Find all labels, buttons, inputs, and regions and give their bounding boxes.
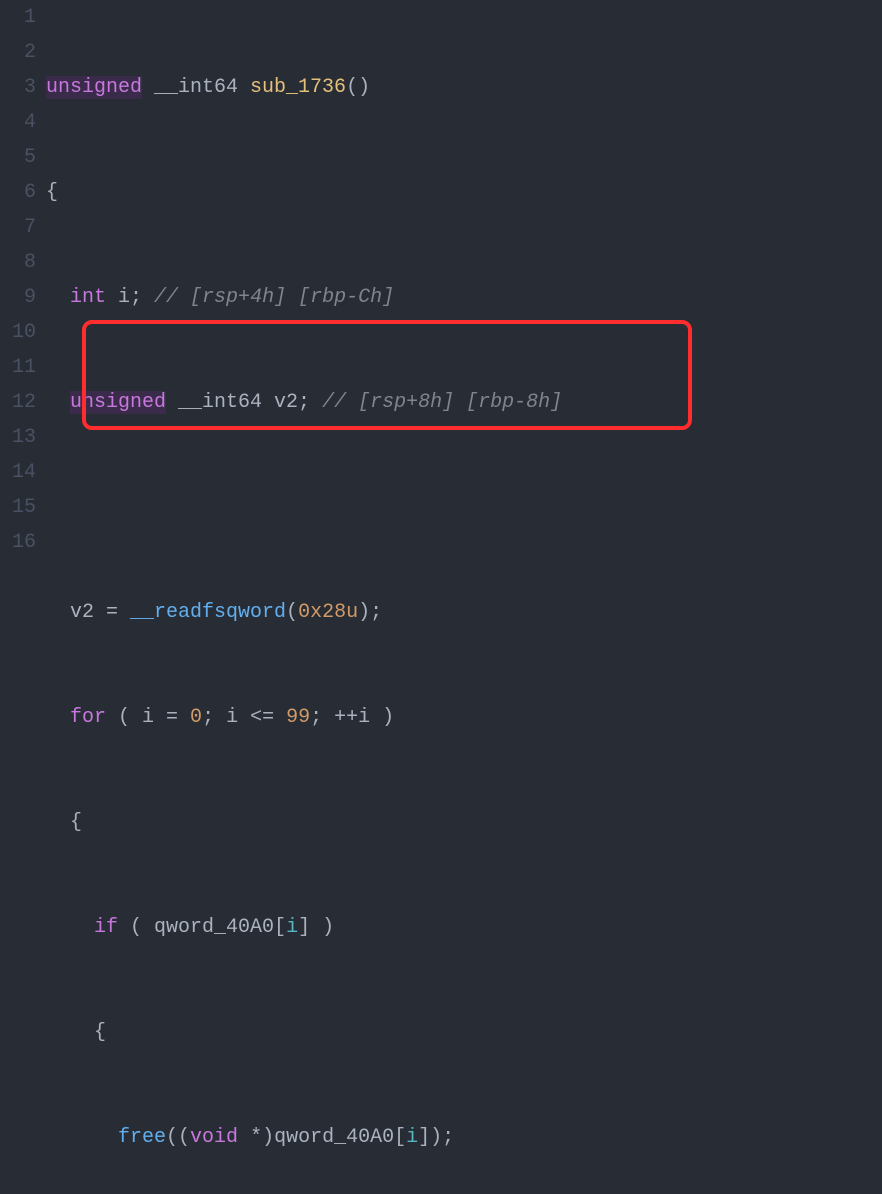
code-line[interactable]: v2 = __readfsqword(0x28u); [46, 595, 882, 630]
function-call: free [118, 1126, 166, 1149]
line-number: 3 [0, 70, 36, 105]
code-line[interactable]: unsigned __int64 sub_1736() [46, 70, 882, 105]
number-literal: 99 [286, 706, 310, 729]
line-number: 9 [0, 280, 36, 315]
line-number: 2 [0, 35, 36, 70]
code-line[interactable]: for ( i = 0; i <= 99; ++i ) [46, 700, 882, 735]
line-number: 10 [0, 315, 36, 350]
line-number: 12 [0, 385, 36, 420]
code-line[interactable]: free((void *)qword_40A0[i]); [46, 1120, 882, 1155]
line-number-gutter: 1 2 3 4 5 6 7 8 9 10 11 12 13 14 15 16 [0, 0, 42, 597]
keyword-type: unsigned [46, 76, 142, 99]
line-number: 1 [0, 0, 36, 35]
code-line[interactable]: { [46, 175, 882, 210]
keyword-type: unsigned [70, 391, 166, 414]
code-line[interactable] [46, 490, 882, 525]
function-call: __readfsqword [130, 601, 286, 624]
code-line[interactable]: unsigned __int64 v2; // [rsp+8h] [rbp-8h… [46, 385, 882, 420]
keyword-for: for [70, 706, 106, 729]
code-editor[interactable]: 1 2 3 4 5 6 7 8 9 10 11 12 13 14 15 16 u… [0, 0, 882, 597]
comment: // [rsp+8h] [rbp-8h] [322, 391, 562, 414]
line-number: 5 [0, 140, 36, 175]
function-name: sub_1736 [250, 76, 346, 99]
index-var: i [406, 1126, 418, 1149]
code-line[interactable]: if ( qword_40A0[i] ) [46, 910, 882, 945]
comment: // [rsp+4h] [rbp-Ch] [154, 286, 394, 309]
line-number: 16 [0, 525, 36, 560]
code-line[interactable]: { [46, 1015, 882, 1050]
code-area[interactable]: unsigned __int64 sub_1736() { int i; // … [42, 0, 882, 597]
code-line[interactable]: int i; // [rsp+4h] [rbp-Ch] [46, 280, 882, 315]
index-var: i [286, 916, 298, 939]
line-number: 4 [0, 105, 36, 140]
number-literal: 0x28u [298, 601, 358, 624]
line-number: 6 [0, 175, 36, 210]
line-number: 14 [0, 455, 36, 490]
line-number: 7 [0, 210, 36, 245]
keyword-if: if [94, 916, 118, 939]
code-line[interactable]: { [46, 805, 882, 840]
line-number: 8 [0, 245, 36, 280]
number-literal: 0 [190, 706, 202, 729]
line-number: 13 [0, 420, 36, 455]
keyword-type: void [190, 1126, 238, 1149]
line-number: 11 [0, 350, 36, 385]
line-number: 15 [0, 490, 36, 525]
keyword-type: int [70, 286, 106, 309]
